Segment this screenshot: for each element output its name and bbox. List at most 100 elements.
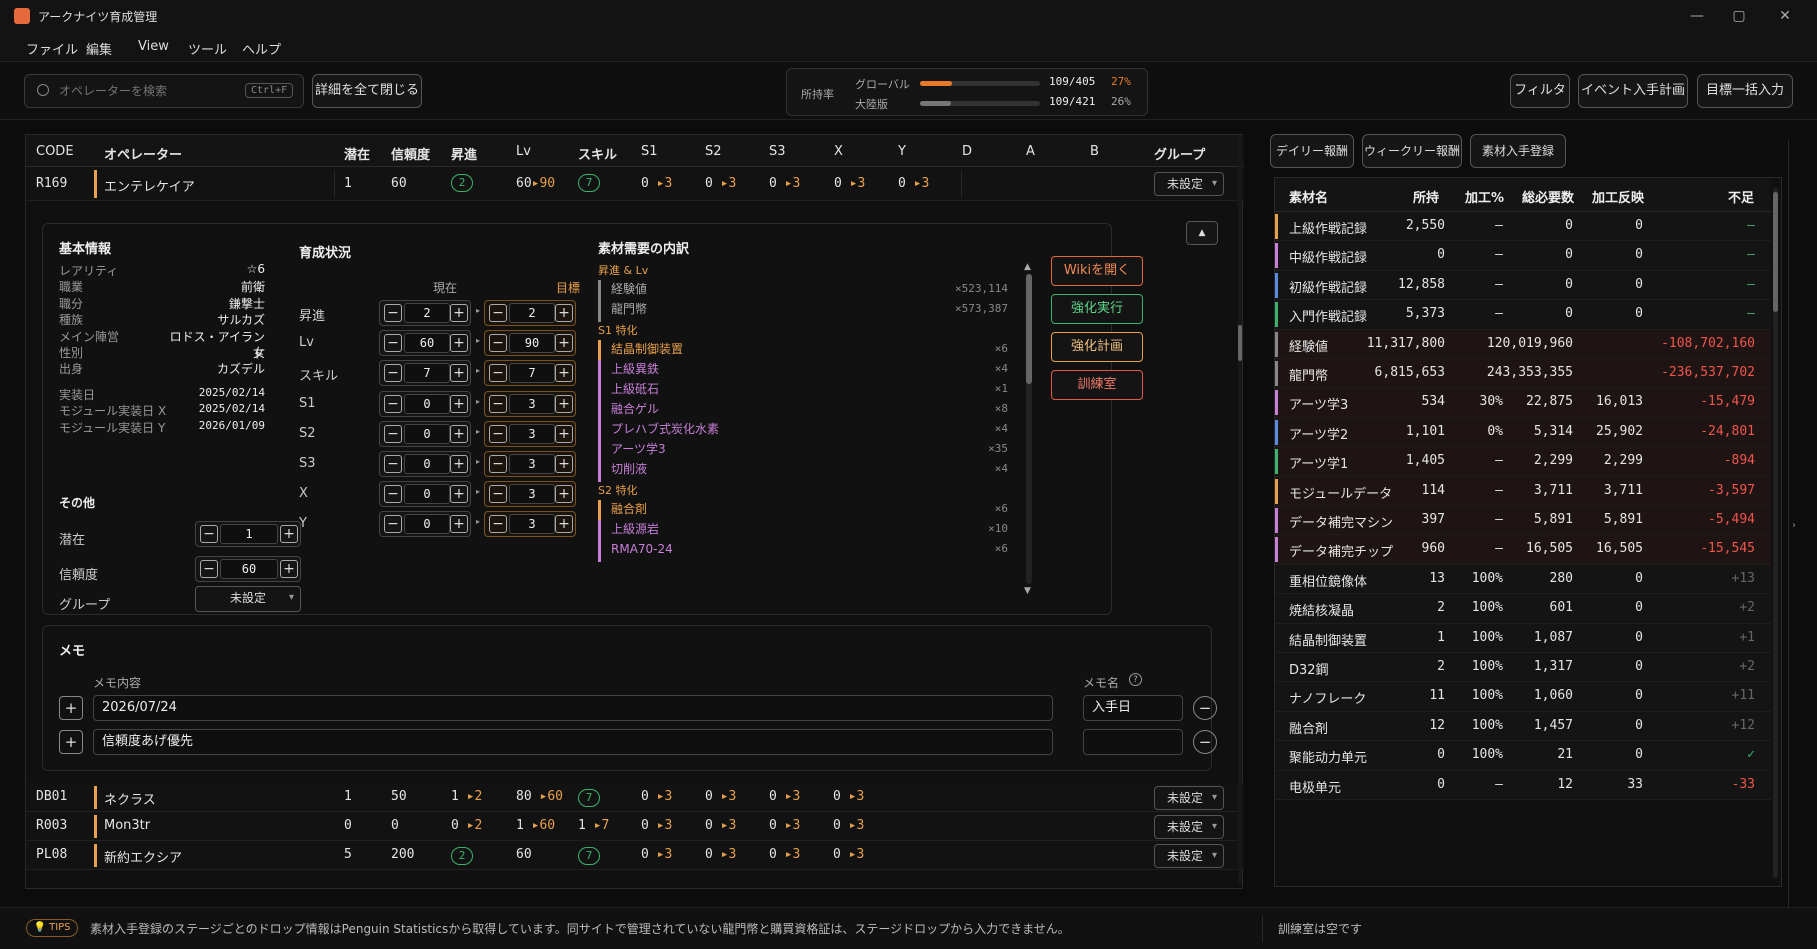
memo-content-field[interactable]: 2026/07/24	[93, 695, 1053, 721]
plus-icon[interactable]: +	[555, 485, 573, 504]
th-y[interactable]: Y	[898, 144, 906, 159]
mth-total[interactable]: 総必要数	[1522, 187, 1574, 206]
memo-name-field[interactable]: 入手日	[1083, 695, 1183, 721]
plus-icon[interactable]: +	[555, 394, 573, 413]
menu-file[interactable]: ファイル	[26, 39, 78, 58]
target-value[interactable]: 3	[509, 454, 555, 474]
target-stepper[interactable]: −3 +	[484, 390, 576, 417]
memo-name-field[interactable]	[1083, 729, 1183, 755]
detail-group-select[interactable]: 未設定	[195, 586, 301, 612]
material-row[interactable]: ナノフレーク 11 100% 1,060 0 +11	[1275, 682, 1771, 712]
plus-icon[interactable]: +	[450, 394, 468, 413]
wiki-button[interactable]: Wikiを開く	[1051, 256, 1143, 286]
material-register-button[interactable]: 素材入手登録	[1470, 134, 1566, 168]
current-stepper[interactable]: −60 +	[379, 330, 471, 357]
material-row[interactable]: 龍門幣 6,815,653 243,353,355 -236,537,702	[1275, 359, 1771, 389]
minus-icon[interactable]: −	[384, 394, 402, 413]
close-icon[interactable]: ✕	[1768, 4, 1802, 28]
scroll-up-icon[interactable]: ▲	[1024, 262, 1031, 272]
mth-name[interactable]: 素材名	[1289, 187, 1328, 206]
menu-help[interactable]: ヘルプ	[242, 39, 281, 58]
material-row[interactable]: アーツ学1 1,405 – 2,299 2,299 -894	[1275, 447, 1771, 477]
minus-icon[interactable]: −	[384, 455, 402, 473]
remove-memo-icon[interactable]: −	[1193, 730, 1217, 754]
maximize-icon[interactable]: ▢	[1722, 4, 1756, 28]
material-row[interactable]: 初級作戦記録 12,858 – 0 0 –	[1275, 270, 1771, 301]
target-stepper[interactable]: −90 +	[484, 330, 576, 357]
th-trust[interactable]: 信頼度	[391, 144, 430, 163]
weekly-reward-button[interactable]: ウィークリー報酬	[1362, 134, 1462, 168]
current-stepper[interactable]: −7 +	[379, 360, 471, 387]
minus-icon[interactable]: −	[384, 304, 402, 322]
plus-icon[interactable]: +	[450, 304, 468, 322]
material-row[interactable]: モジュールデータ 114 – 3,711 3,711 -3,597	[1275, 476, 1771, 506]
scroll-thumb[interactable]	[1773, 192, 1778, 312]
chevron-right-icon[interactable]: ›	[1792, 520, 1796, 531]
pot-stepper[interactable]: −1 +	[195, 521, 301, 547]
minus-icon[interactable]: −	[200, 525, 218, 543]
execute-button[interactable]: 強化実行	[1051, 294, 1143, 324]
collapse-all-button[interactable]: 詳細を全て閉じる	[312, 74, 422, 108]
plus-icon[interactable]: +	[280, 525, 298, 543]
th-x[interactable]: X	[834, 144, 843, 159]
th-a[interactable]: A	[1026, 144, 1035, 159]
minus-icon[interactable]: −	[384, 485, 402, 504]
plus-icon[interactable]: +	[555, 424, 573, 443]
target-stepper[interactable]: −3 +	[484, 451, 576, 477]
plus-icon[interactable]: +	[450, 364, 468, 383]
minus-icon[interactable]: −	[384, 515, 402, 534]
material-row[interactable]: 电极单元 0 – 12 33 -33	[1275, 770, 1771, 800]
target-value[interactable]: 3	[509, 393, 555, 414]
material-row[interactable]: 重相位鏡像体 13 100% 280 0 +13	[1275, 564, 1771, 595]
search-input[interactable]	[59, 82, 249, 100]
add-memo-icon[interactable]: +	[59, 696, 83, 720]
material-row[interactable]: アーツ学3 534 30% 22,875 16,013 -15,479	[1275, 388, 1771, 418]
table-row[interactable]: R003 Mon3tr 0 0 0 ▸2 1 ▸60 1 ▸7 0 ▸3 0 ▸3 0 ▸3 0 ▸…	[26, 812, 1244, 841]
th-s1[interactable]: S1	[641, 144, 658, 159]
target-stepper[interactable]: −3 +	[484, 481, 576, 508]
material-scrollbar[interactable]	[1773, 188, 1778, 878]
training-button[interactable]: 訓練室	[1051, 370, 1143, 400]
material-row[interactable]: 経験値 11,317,800 120,019,960 -108,702,160	[1275, 329, 1771, 359]
minus-icon[interactable]: −	[384, 364, 402, 383]
table-scrollbar[interactable]	[1238, 135, 1242, 883]
target-stepper[interactable]: −3 +	[484, 511, 576, 538]
plus-icon[interactable]: +	[555, 515, 573, 534]
table-row-expanded[interactable]: R169 エンテレケイア 1 60 2 60▸90 7 0 ▸3 0 ▸3 0 …	[26, 167, 1244, 201]
minimize-icon[interactable]: —	[1680, 4, 1714, 28]
material-row[interactable]: 結晶制御装置 1 100% 1,087 0 +1	[1275, 623, 1771, 653]
add-memo-icon[interactable]: +	[59, 730, 83, 754]
material-row[interactable]: 上級作戦記録 2,550 – 0 0 –	[1275, 212, 1771, 242]
current-value[interactable]: 60	[404, 333, 450, 354]
target-value[interactable]: 2	[509, 303, 555, 323]
minus-icon[interactable]: −	[489, 424, 507, 443]
bulk-target-button[interactable]: 目標一括入力	[1697, 74, 1793, 108]
memo-content-field[interactable]: 信頼度あげ優先	[93, 729, 1053, 755]
target-value[interactable]: 3	[509, 423, 555, 444]
table-row[interactable]: DB01 ネクラス 1 50 1 ▸2 80 ▸60 7 0 ▸3 0 ▸3 0 ▸3 0 ▸3 未設…	[26, 783, 1244, 812]
th-s2[interactable]: S2	[705, 144, 722, 159]
material-row[interactable]: データ補完マシン 397 – 5,891 5,891 -5,494	[1275, 506, 1771, 536]
group-select[interactable]: 未設定	[1154, 786, 1224, 810]
trust-value[interactable]: 60	[220, 559, 278, 579]
th-code[interactable]: CODE	[36, 144, 74, 159]
scroll-thumb[interactable]	[1026, 274, 1032, 384]
current-value[interactable]: 0	[404, 484, 450, 505]
material-row[interactable]: データ補完チップ 960 – 16,505 16,505 -15,545	[1275, 535, 1771, 565]
plus-icon[interactable]: +	[450, 455, 468, 473]
target-value[interactable]: 3	[509, 514, 555, 535]
plus-icon[interactable]: +	[555, 334, 573, 353]
plus-icon[interactable]: +	[450, 424, 468, 443]
menu-tools[interactable]: ツール	[188, 39, 227, 58]
current-value[interactable]: 0	[404, 423, 450, 444]
plus-icon[interactable]: +	[280, 560, 298, 578]
mth-proc[interactable]: 加工%	[1465, 187, 1504, 206]
target-value[interactable]: 7	[509, 363, 555, 384]
plus-icon[interactable]: +	[555, 455, 573, 473]
pot-value[interactable]: 1	[220, 524, 278, 544]
target-stepper[interactable]: −2 +	[484, 300, 576, 326]
side-collapse-strip[interactable]: ›	[1788, 140, 1802, 910]
minus-icon[interactable]: −	[489, 394, 507, 413]
current-value[interactable]: 2	[404, 303, 450, 323]
material-row[interactable]: 聚能动力单元 0 100% 21 0 ✓	[1275, 741, 1771, 771]
